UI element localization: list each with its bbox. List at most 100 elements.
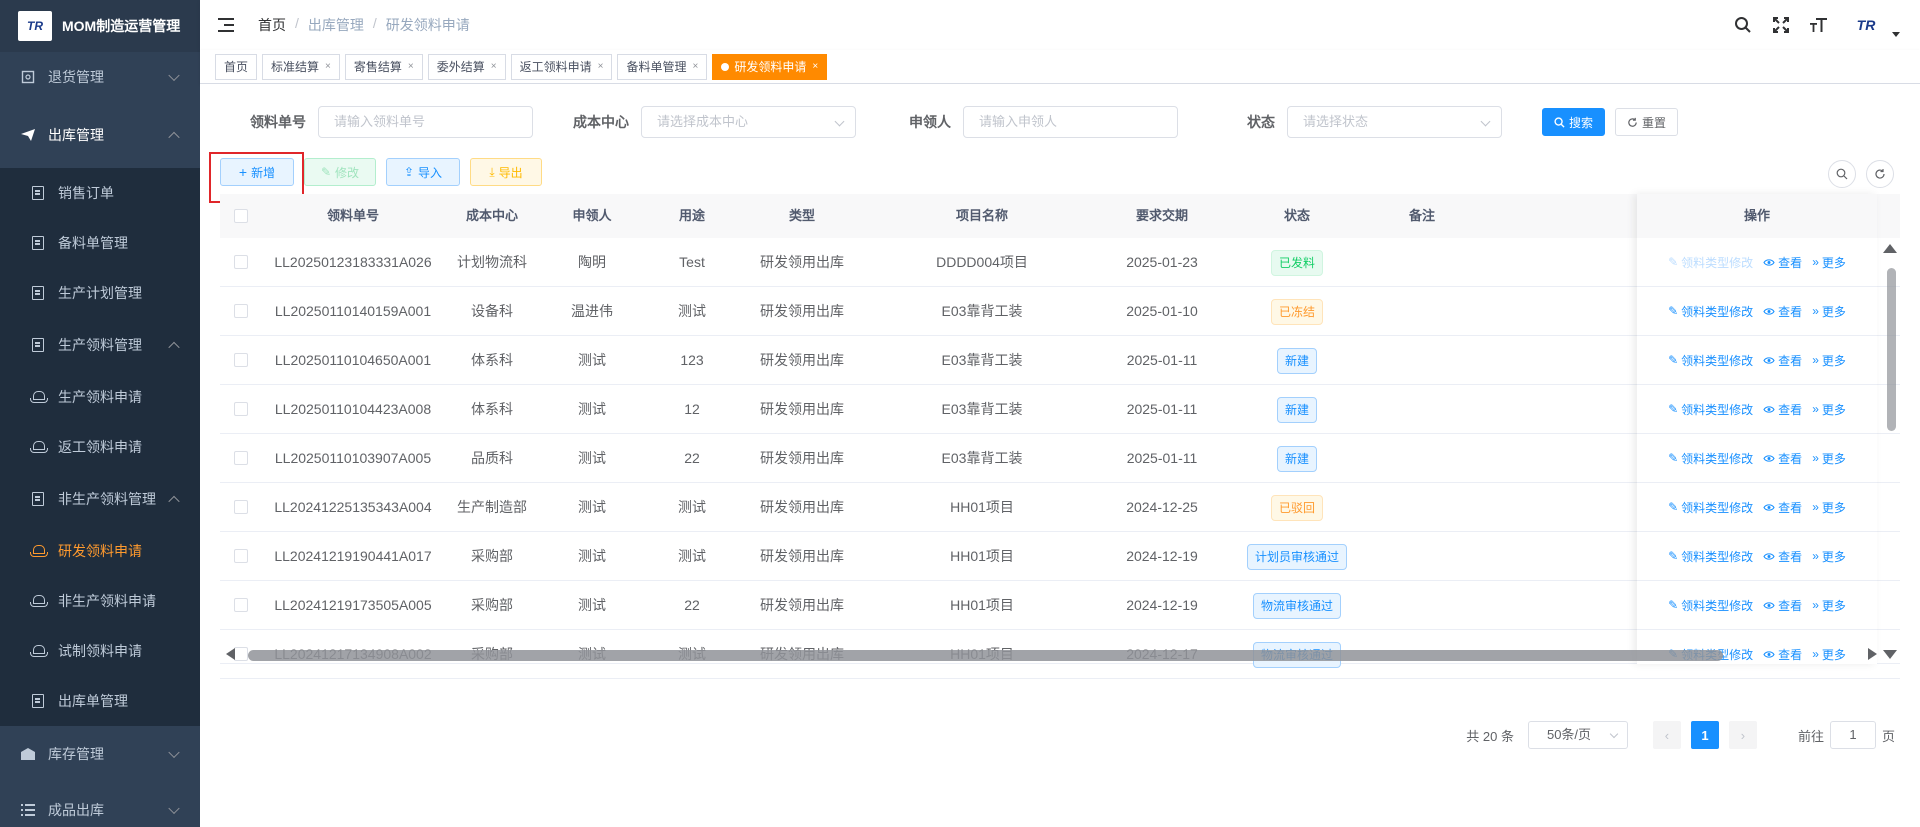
row-checkbox[interactable]	[234, 451, 248, 465]
modify-type-link[interactable]: ✎领料类型修改	[1668, 303, 1753, 320]
more-link[interactable]: » 更多	[1812, 597, 1846, 614]
toggle-search-button[interactable]	[1828, 160, 1856, 188]
active-dot-icon	[721, 62, 730, 71]
edit-button[interactable]: ✎ 修改	[304, 158, 376, 186]
sidebar-item-outbound-child[interactable]: 生产计划管理	[0, 268, 200, 318]
tag-item[interactable]: 返工领料申请 ×	[510, 53, 613, 80]
view-link[interactable]: 查看	[1763, 450, 1802, 467]
row-checkbox[interactable]	[234, 402, 248, 416]
prev-page-button[interactable]: ‹	[1652, 721, 1681, 749]
view-link[interactable]: 查看	[1763, 254, 1802, 271]
tag-item[interactable]: 备料单管理 ×	[617, 53, 708, 80]
modify-type-link[interactable]: ✎领料类型修改	[1668, 597, 1753, 614]
tag-item[interactable]: 寄售结算 ×	[344, 53, 423, 80]
view-link[interactable]: 查看	[1763, 401, 1802, 418]
sidebar-item-production-picking[interactable]: 生产领料管理	[0, 318, 200, 372]
view-link[interactable]: 查看	[1763, 499, 1802, 516]
close-icon[interactable]: ×	[325, 55, 331, 79]
tag-item[interactable]: 首页	[215, 53, 258, 80]
more-link[interactable]: » 更多	[1812, 548, 1846, 565]
sidebar-item-nonproduction-child[interactable]: 试制领料申请	[0, 626, 200, 676]
breadcrumb-item[interactable]: 首页	[258, 15, 286, 35]
modify-type-link[interactable]: ✎领料类型修改	[1668, 352, 1753, 369]
close-icon[interactable]: ×	[491, 55, 497, 79]
close-icon[interactable]: ×	[812, 55, 818, 79]
close-icon[interactable]: ×	[692, 55, 698, 79]
view-link[interactable]: 查看	[1763, 597, 1802, 614]
select-all-checkbox[interactable]	[234, 209, 248, 223]
sidebar-item-nonproduction-child[interactable]: 研发领料申请	[0, 526, 200, 576]
export-button[interactable]: ⤓ 导出	[470, 158, 542, 186]
modify-type-link[interactable]: ✎领料类型修改	[1668, 548, 1753, 565]
horizontal-scrollbar[interactable]	[220, 645, 1880, 664]
search-icon[interactable]	[1732, 14, 1754, 36]
more-link[interactable]: » 更多	[1812, 401, 1846, 418]
reset-button[interactable]: 重置	[1615, 108, 1679, 136]
column-header-applicant: 申领人	[572, 208, 612, 223]
row-checkbox[interactable]	[234, 598, 248, 612]
scroll-thumb[interactable]	[248, 650, 1723, 661]
cell-due-date: 2025-01-11	[1126, 401, 1198, 417]
scroll-up-icon[interactable]	[1883, 244, 1897, 253]
vertical-scrollbar[interactable]	[1880, 242, 1900, 662]
page-number[interactable]: 1	[1690, 721, 1719, 749]
next-page-button[interactable]: ›	[1728, 721, 1757, 749]
row-checkbox[interactable]	[234, 500, 248, 514]
modify-type-link[interactable]: ✎领料类型修改	[1668, 401, 1753, 418]
row-checkbox[interactable]	[234, 255, 248, 269]
font-size-icon[interactable]	[1808, 14, 1830, 36]
more-link[interactable]: » 更多	[1812, 254, 1846, 271]
sidebar-item-nonproduction-picking[interactable]: 非生产领料管理	[0, 472, 200, 526]
status-select[interactable]: 请选择状态	[1287, 106, 1502, 138]
sidebar-item-returns[interactable]: 退货管理	[0, 52, 200, 102]
tag-item[interactable]: 委外结算 ×	[427, 53, 506, 80]
view-link[interactable]: 查看	[1763, 548, 1802, 565]
scroll-thumb[interactable]	[1887, 268, 1896, 431]
view-link[interactable]: 查看	[1763, 352, 1802, 369]
goto-page-input[interactable]: 1	[1829, 721, 1876, 749]
row-checkbox[interactable]	[234, 304, 248, 318]
sidebar-item-outbound-orders[interactable]: 出库单管理	[0, 676, 200, 726]
applicant-input[interactable]: 请输入申领人	[963, 106, 1178, 138]
sidebar-item-nonproduction-child[interactable]: 非生产领料申请	[0, 576, 200, 626]
sidebar-item-outbound-child[interactable]: 销售订单	[0, 168, 200, 218]
modify-type-link[interactable]: ✎领料类型修改	[1668, 254, 1753, 271]
sidebar-item-production-child[interactable]: 生产领料申请	[0, 372, 200, 422]
cost-center-select[interactable]: 请选择成本中心	[641, 106, 856, 138]
scroll-left-icon[interactable]	[226, 648, 235, 660]
hamburger-icon[interactable]	[218, 18, 234, 32]
sidebar-item-outbound[interactable]: 出库管理	[0, 102, 200, 168]
cell-use: 22	[684, 597, 700, 613]
more-link[interactable]: » 更多	[1812, 352, 1846, 369]
modify-type-label: 领料类型修改	[1681, 402, 1754, 417]
close-icon[interactable]: ×	[408, 55, 414, 79]
view-label: 查看	[1778, 255, 1803, 270]
tag-active[interactable]: 研发领料申请 ×	[712, 53, 828, 80]
row-checkbox[interactable]	[234, 549, 248, 563]
more-link[interactable]: » 更多	[1812, 499, 1846, 516]
chevron-down-icon[interactable]	[1892, 31, 1900, 37]
close-icon[interactable]: ×	[598, 55, 604, 79]
view-link[interactable]: 查看	[1763, 303, 1802, 320]
row-checkbox[interactable]	[234, 353, 248, 367]
more-link[interactable]: » 更多	[1812, 450, 1846, 467]
search-button[interactable]: 搜索	[1542, 108, 1606, 136]
sidebar-item-production-child[interactable]: 返工领料申请	[0, 422, 200, 472]
cell-cost-center: 体系科	[471, 352, 513, 368]
sidebar-item-outbound-child[interactable]: 备料单管理	[0, 218, 200, 268]
refresh-button[interactable]	[1866, 160, 1894, 188]
scroll-down-icon[interactable]	[1883, 650, 1897, 659]
modify-type-link[interactable]: ✎领料类型修改	[1668, 450, 1753, 467]
fullscreen-icon[interactable]	[1770, 14, 1792, 36]
import-button[interactable]: ⇪ 导入	[386, 158, 460, 186]
sidebar-item-inventory[interactable]: 库存管理	[0, 726, 200, 782]
sidebar-item-finished-goods[interactable]: 成品出库	[0, 782, 200, 827]
scroll-right-icon[interactable]	[1868, 648, 1877, 660]
avatar[interactable]: TR	[1846, 9, 1886, 41]
double-chevron-right-icon: »	[1812, 255, 1819, 269]
more-link[interactable]: » 更多	[1812, 303, 1846, 320]
tag-item[interactable]: 标准结算 ×	[262, 53, 340, 80]
modify-type-link[interactable]: ✎领料类型修改	[1668, 499, 1753, 516]
page-size-select[interactable]: 50条/页	[1527, 721, 1628, 749]
order-no-input[interactable]: 请输入领料单号	[318, 106, 533, 138]
